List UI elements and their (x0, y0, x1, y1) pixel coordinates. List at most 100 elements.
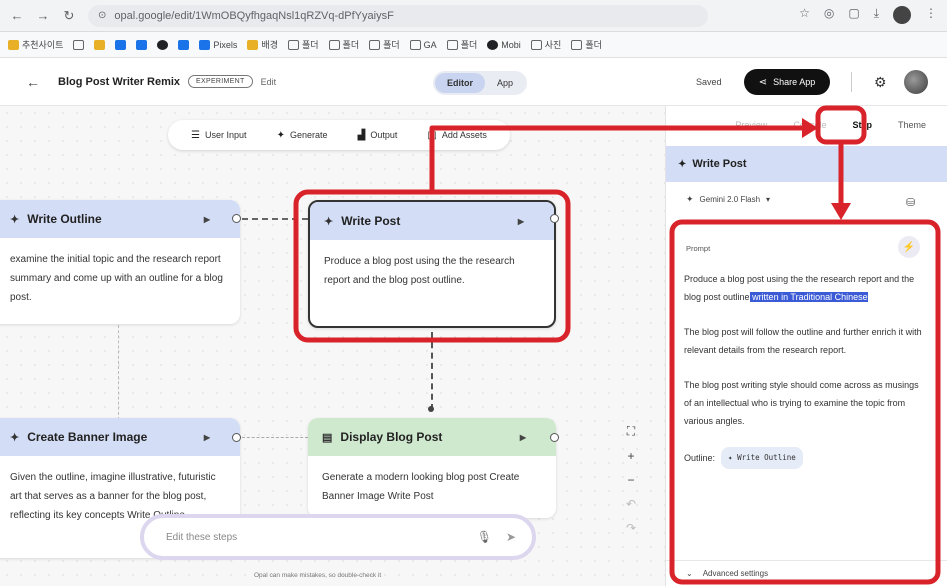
output-port[interactable] (550, 214, 559, 223)
output-port[interactable] (550, 433, 559, 442)
play-icon[interactable]: ▶ (204, 215, 210, 224)
send-icon[interactable]: ➤ (506, 530, 516, 544)
bookmark-item[interactable]: 폴더 (369, 38, 400, 51)
toolbar-generate[interactable]: ✦ Generate (277, 130, 328, 141)
node-description: examine the initial topic and the resear… (10, 254, 223, 303)
magic-wand-icon[interactable]: ⚡ (898, 236, 920, 258)
bookmark-item[interactable] (73, 39, 85, 50)
play-icon[interactable]: ▶ (204, 433, 210, 442)
sparkle-icon: ✦ (678, 158, 687, 170)
bookmark-item[interactable] (178, 39, 190, 50)
zoom-out-icon[interactable]: − (627, 473, 634, 487)
folder-icon (446, 39, 458, 50)
back-arrow-icon[interactable]: ← (8, 7, 26, 25)
bookmark-item[interactable] (94, 39, 106, 50)
bookmark-item[interactable]: GA (409, 39, 437, 50)
url-text: opal.google/edit/1WmOBQyfhgaqNsl1qRZVq-d… (114, 9, 394, 22)
share-app-label: Share App (773, 77, 816, 87)
node-display-blog-post[interactable]: ▤ Display Blog Post ▶ Generate a modern … (308, 418, 556, 518)
node-description: Produce a blog post using the the resear… (324, 256, 515, 286)
download-icon[interactable]: ⤓ (874, 6, 879, 24)
star-icon[interactable]: ☆ (799, 6, 810, 24)
prompt-paragraph: The blog post writing style should come … (684, 380, 919, 426)
play-icon[interactable]: ▶ (520, 433, 526, 442)
model-icon: ✦ (686, 194, 694, 204)
url-field[interactable]: ⊙ opal.google/edit/1WmOBQyfhgaqNsl1qRZVq… (88, 4, 708, 27)
prompt-editor[interactable]: Produce a blog post using the the resear… (684, 270, 924, 469)
site-info-icon[interactable]: ⊙ (98, 10, 106, 21)
toolbar-output[interactable]: ▟ Output (358, 130, 398, 141)
back-arrow-icon[interactable]: ← (26, 74, 40, 90)
step-title: Write Post (692, 158, 747, 170)
bookmark-item[interactable]: 폴더 (287, 38, 319, 51)
saved-status: Saved (696, 77, 722, 87)
node-description: Generate a modern looking blog post Crea… (322, 472, 520, 502)
bookmark-item[interactable]: 배경 (247, 38, 278, 51)
model-selector[interactable]: ✦ Gemini 2.0 Flash ▾ (686, 194, 770, 205)
tab-theme[interactable]: Theme (898, 120, 926, 130)
tab-step[interactable]: Step (852, 120, 872, 130)
reload-icon[interactable]: ↻ (60, 7, 78, 25)
bookmark-item[interactable] (136, 39, 148, 50)
fit-view-icon[interactable]: ⛶ (627, 424, 635, 439)
bookmark-item[interactable]: 폴더 (571, 38, 602, 51)
grid-icon (73, 39, 85, 50)
folder-icon (369, 39, 381, 50)
avatar[interactable] (904, 70, 928, 94)
bookmark-item[interactable]: Mobi (487, 39, 521, 50)
tab-app[interactable]: App (485, 73, 525, 93)
tab-preview[interactable]: Preview (735, 120, 767, 130)
bookmark-item[interactable]: Pixels (199, 39, 237, 50)
bookmark-item[interactable] (157, 39, 169, 50)
chip-icon: ✦ (728, 453, 738, 462)
bookmark-item[interactable]: 사진 (530, 38, 561, 51)
edit-steps-input[interactable]: Edit these steps 🎙 ➤ (140, 514, 536, 560)
tab-editor[interactable]: Editor (435, 73, 485, 93)
panel-tabs: Preview Console Step Theme (666, 106, 947, 144)
output-port[interactable] (232, 214, 241, 223)
profile-avatar[interactable] (893, 6, 911, 24)
node-write-post[interactable]: ✦ Write Post ▶ Produce a blog post using… (308, 200, 556, 328)
add-assets-icon: ▣ (427, 129, 437, 141)
redo-icon[interactable]: ↷ (626, 521, 636, 535)
bookmark-icon (247, 39, 259, 50)
edit-link[interactable]: Edit (261, 77, 277, 87)
play-icon[interactable]: ▶ (518, 217, 524, 226)
folder-icon (328, 39, 340, 50)
advanced-settings-toggle[interactable]: ⌄ Advanced settings (666, 560, 947, 586)
browser-actions: ☆ ◎ ▢ ⤓ ⋮ (799, 6, 937, 24)
bookmark-item[interactable] (115, 39, 127, 50)
toolbar-add-assets[interactable]: ▣ Add Assets (427, 130, 486, 141)
connection-dot (428, 406, 434, 412)
gear-icon[interactable]: ⚙ (874, 74, 887, 91)
toolbar-user-input[interactable]: ☰ User Input (191, 130, 247, 141)
experiment-badge: EXPERIMENT (188, 75, 253, 88)
mode-toggle: Editor App (433, 71, 528, 95)
zoom-in-icon[interactable]: + (627, 449, 634, 463)
share-app-button[interactable]: ⋖ Share App (744, 69, 830, 95)
flow-canvas[interactable]: ☰ User Input ✦ Generate ▟ Output ▣ Add Asset… (0, 106, 665, 586)
folder-icon (571, 39, 583, 50)
browser-address-bar: ← → ↻ ⊙ opal.google/edit/1WmOBQyfhgaqNsl… (0, 0, 947, 32)
selected-text: written in Traditional Chinese (749, 292, 868, 302)
disclaimer-text: Opal can make mistakes, so double-check … (254, 572, 382, 579)
forward-arrow-icon[interactable]: → (34, 7, 52, 25)
edge-banner-to-display (242, 437, 308, 438)
bookmark-item[interactable]: 폴더 (328, 38, 359, 51)
folder-icon (530, 39, 542, 50)
chevron-down-icon: ▾ (766, 195, 771, 204)
node-title: Write Outline (27, 212, 102, 226)
node-write-outline[interactable]: ✦ Write Outline ▶ examine the initial to… (0, 200, 240, 324)
extension-icon[interactable]: ◎ (824, 6, 834, 24)
outline-chip[interactable]: ✦ Write Outline (721, 447, 803, 469)
tab-icon[interactable]: ▢ (848, 6, 859, 24)
tab-console[interactable]: Console (793, 120, 826, 130)
mic-icon[interactable]: 🎙 (477, 530, 492, 544)
output-port[interactable] (232, 433, 241, 442)
menu-kebab-icon[interactable]: ⋮ (925, 6, 937, 24)
edge-outline-to-banner (118, 320, 119, 420)
bookmark-item[interactable]: 폴더 (446, 38, 477, 51)
lock-icon[interactable]: ⛁ (906, 196, 915, 209)
bookmark-item[interactable]: 추천사이트 (8, 38, 63, 51)
undo-icon[interactable]: ↶ (626, 497, 636, 511)
